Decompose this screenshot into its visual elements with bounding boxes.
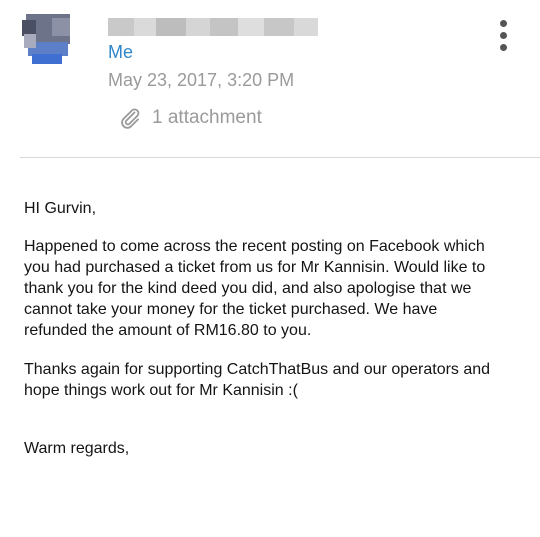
more-options-button[interactable] — [492, 16, 516, 56]
avatar[interactable] — [22, 14, 74, 70]
greeting: HI Gurvin, — [24, 200, 97, 217]
body-line: thank you for the kind deed you did, and… — [24, 280, 472, 297]
blurred-sender-email — [108, 18, 318, 36]
header-divider — [20, 157, 540, 158]
body-line: hope things work out for Mr Kannisin :( — [24, 382, 298, 399]
body-line: you had purchased a ticket from us for M… — [24, 259, 486, 276]
paragraph-refund: Happened to come across the recent posti… — [24, 236, 524, 341]
paragraph-thanks: Thanks again for supporting CatchThatBus… — [24, 359, 524, 401]
signoff: Warm regards, — [24, 440, 130, 457]
message-header: Me May 23, 2017, 3:20 PM 1 attachment — [0, 0, 540, 158]
sender-name[interactable]: Me — [108, 42, 133, 63]
sent-date: May 23, 2017, 3:20 PM — [108, 70, 295, 90]
body-line: refunded the amount of RM16.80 to you. — [24, 322, 312, 339]
attachment-link[interactable]: 1 attachment — [118, 104, 262, 132]
body-line: Thanks again for supporting CatchThatBus… — [24, 361, 491, 378]
body-line: Happened to come across the recent posti… — [24, 238, 485, 255]
body-line: cannot take your money for the ticket pu… — [24, 301, 438, 318]
attachment-count: 1 attachment — [152, 107, 262, 128]
paperclip-icon — [121, 108, 140, 129]
message-body: HI Gurvin, Happened to come across the r… — [24, 198, 524, 459]
